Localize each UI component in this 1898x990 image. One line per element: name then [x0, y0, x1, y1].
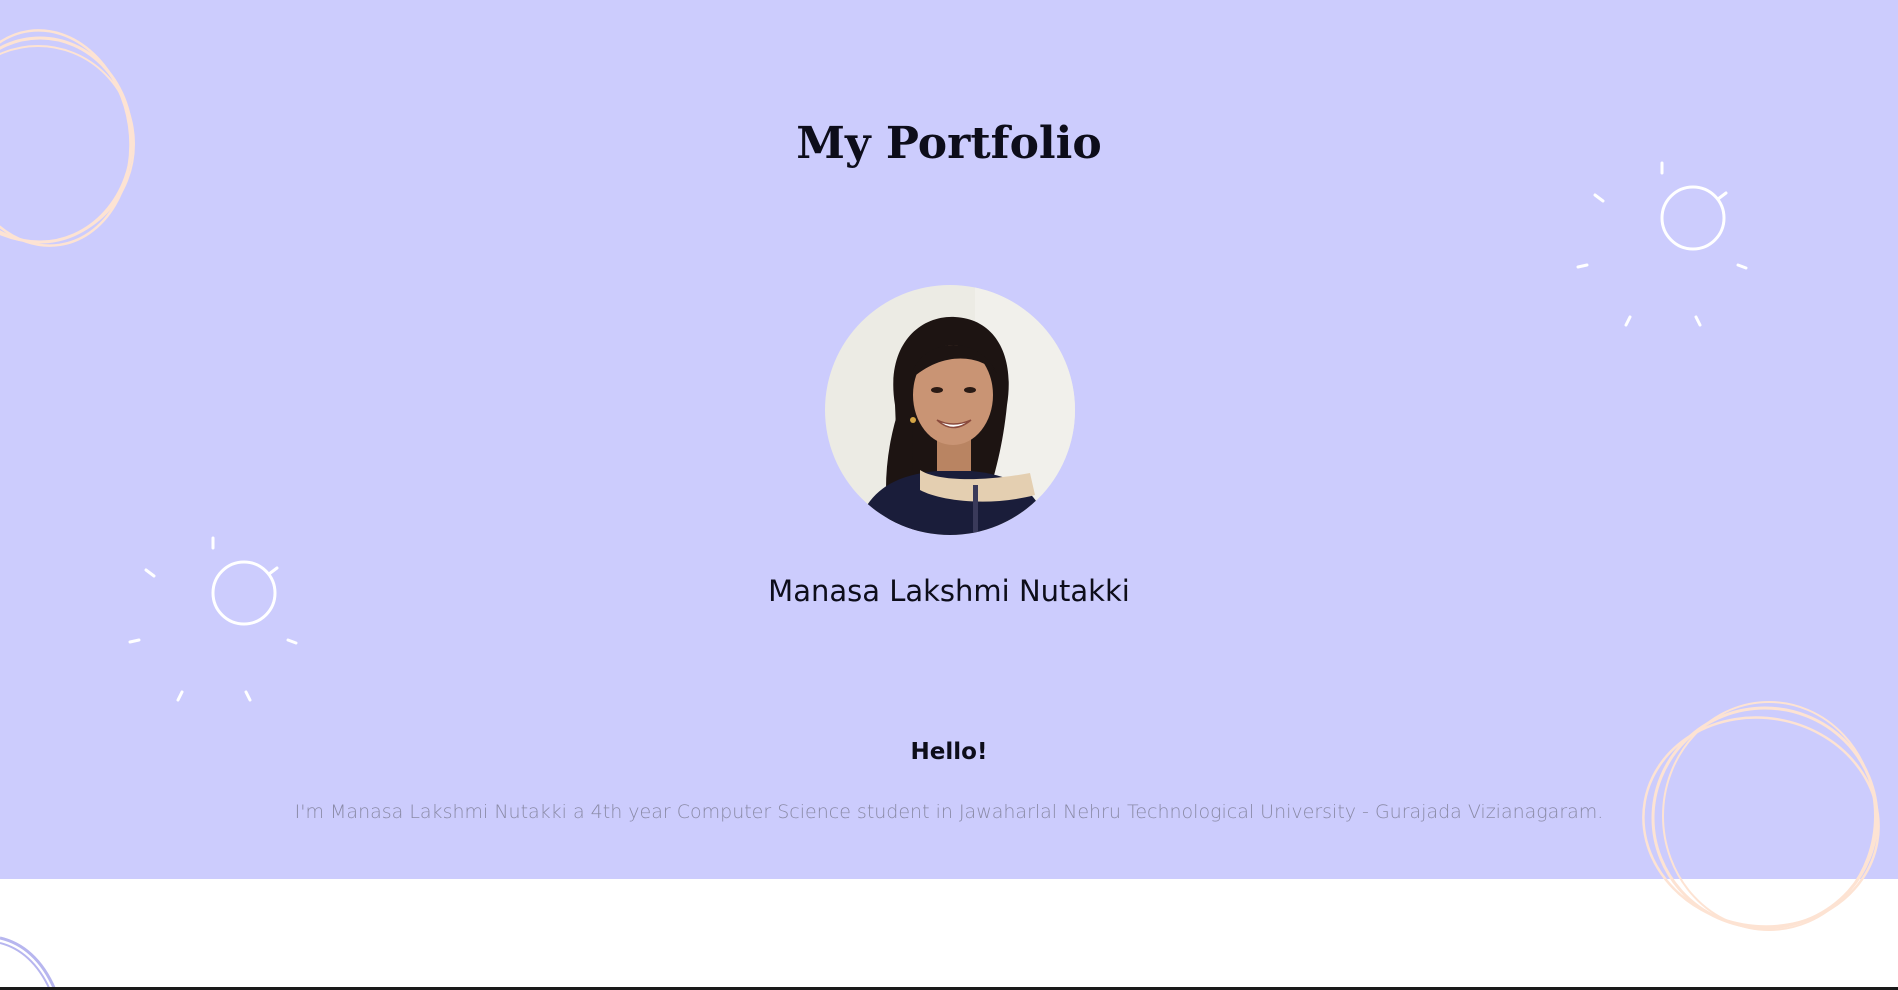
- page-title: My Portfolio: [796, 118, 1102, 169]
- bio-text: I'm Manasa Lakshmi Nutakki a 4th year Co…: [294, 801, 1604, 823]
- portfolio-page: My Portfolio Manasa Lakshmi Nutakki Hell…: [0, 0, 1898, 990]
- profile-name: Manasa Lakshmi Nutakki: [768, 574, 1130, 608]
- scribble-circle-icon: [0, 936, 57, 990]
- greeting-heading: Hello!: [910, 739, 988, 765]
- avatar: [825, 285, 1075, 535]
- sun-sketch-icon: [128, 536, 298, 702]
- sun-sketch-icon: [1576, 161, 1748, 327]
